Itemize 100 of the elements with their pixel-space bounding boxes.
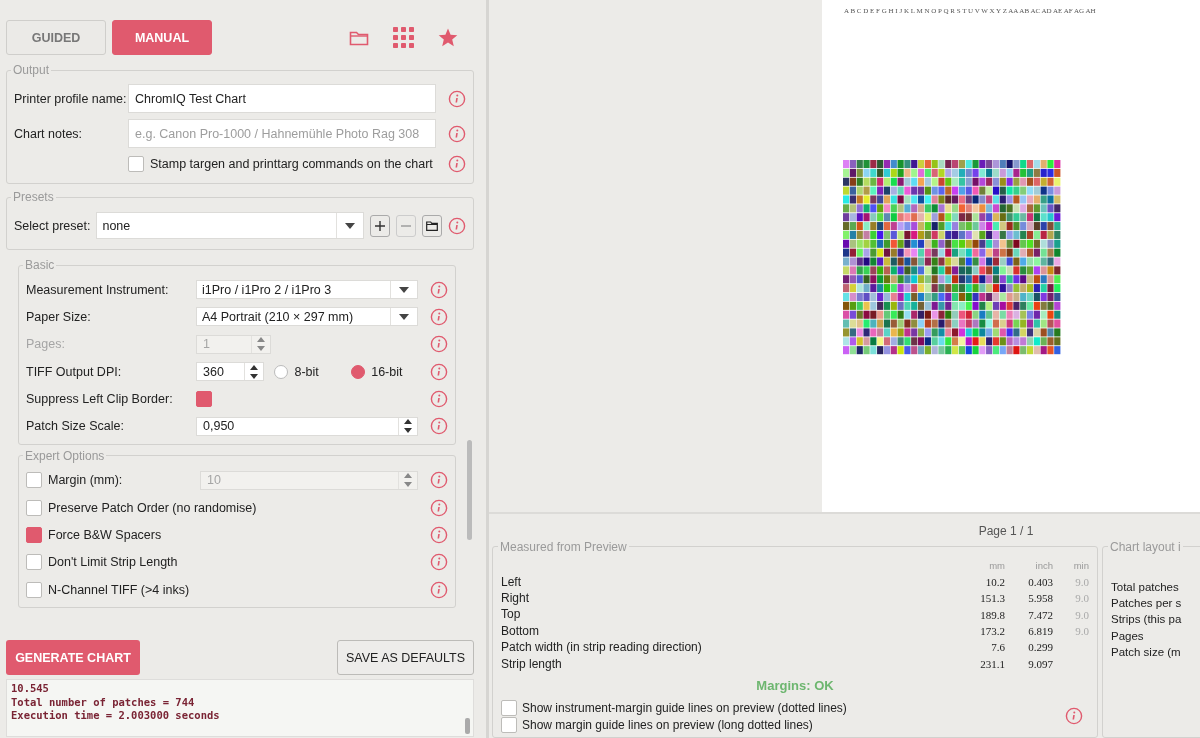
row-label: Strip length [501, 655, 563, 672]
field-label: Chart notes: [14, 126, 84, 141]
group-legend: Chart layout i [1108, 539, 1183, 554]
checkbox-label: Preserve Patch Order (no randomise) [48, 500, 257, 515]
table-cell-text: 10.2 [984, 575, 1005, 588]
field-label: Patch Size Scale: [26, 419, 125, 434]
field-label: Pages: [26, 337, 66, 352]
checkbox[interactable] [196, 390, 212, 407]
add-button[interactable] [370, 214, 390, 237]
info-icon[interactable] [430, 335, 448, 354]
table-cell-text: 6.819 [1027, 625, 1053, 637]
table-cell-text: 189.8 [979, 608, 1005, 621]
table-cell-text: 5.958 [1027, 592, 1053, 605]
row-label: Left [501, 573, 522, 590]
text-field[interactable]: ChromIQ Test Chart [128, 84, 436, 113]
field-label: Suppress Left Clip Border: [26, 391, 174, 406]
group-legend: Expert Options [23, 448, 107, 463]
info-icon[interactable] [448, 124, 466, 143]
info-icon[interactable] [430, 580, 448, 599]
scrollbar-thumb[interactable] [467, 440, 472, 540]
field-label: TIFF Output DPI: [26, 364, 123, 379]
row-label: Patches per s [1111, 595, 1183, 611]
caret-icon [399, 313, 409, 320]
radio-label: 16-bit [371, 364, 403, 379]
group-legend: Output [11, 63, 52, 77]
row-label: Total patches [1111, 579, 1180, 595]
star-icon[interactable] [438, 28, 458, 47]
number-field[interactable]: 360 [196, 362, 265, 382]
table-cell-text: 9.0 [1074, 592, 1089, 605]
checkbox[interactable] [26, 554, 42, 571]
mode-tab[interactable]: MANUAL [112, 20, 212, 55]
table-cell-text: 9.097 [1027, 657, 1053, 670]
table-cell-text: 0.299 [1027, 641, 1053, 654]
field-label: Measurement Instrument: [26, 282, 170, 297]
grid-icon[interactable] [393, 27, 414, 48]
folder-icon[interactable] [349, 29, 369, 46]
mode-tab[interactable]: GUIDED [6, 20, 106, 55]
table-cell-text: 173.2 [979, 625, 1005, 637]
info-icon[interactable] [448, 89, 466, 108]
checkbox[interactable] [26, 499, 42, 516]
info-icon[interactable] [430, 526, 448, 544]
row-label: Patch size (m [1111, 645, 1182, 661]
row-label: Pages [1111, 628, 1145, 644]
checkbox-label: Margin (mm): [48, 473, 124, 488]
number-field[interactable]: 0,950 [196, 416, 418, 436]
save-defaults-button[interactable]: SAVE AS DEFAULTS [337, 640, 474, 675]
preset-dropdown[interactable]: none [96, 212, 364, 239]
text-field[interactable]: e.g. Canon Pro-1000 / Hahnemühle Photo Rag 308 [128, 119, 436, 148]
open-button[interactable] [422, 214, 442, 237]
info-icon[interactable] [430, 498, 448, 517]
info-icon[interactable] [430, 389, 448, 408]
checkbox[interactable] [501, 699, 517, 716]
row-label: Strips (this pa [1111, 612, 1183, 628]
table-cell-text: 9.0 [1074, 575, 1089, 588]
checkbox[interactable] [501, 716, 517, 733]
page-indicator: Page 1 / 1 [977, 523, 1035, 540]
checkbox-label: Don't Limit Strip Length [48, 555, 178, 570]
info-icon[interactable] [430, 307, 448, 326]
column-header: min [1072, 559, 1089, 573]
checkbox-label: Show margin guide lines on preview (long dotted lines) [522, 717, 813, 732]
row-label: Bottom [501, 622, 540, 640]
generate-chart-button[interactable]: GENERATE CHART [6, 640, 140, 675]
info-icon[interactable] [1065, 707, 1083, 725]
checkbox[interactable] [26, 581, 42, 598]
margins-status: Margins: OK [755, 678, 835, 693]
checkbox-label: Show instrument-margin guide lines on preview (dotted lines) [522, 700, 847, 715]
checkbox-label: N-Channel TIFF (>4 inks) [48, 582, 190, 597]
dropdown[interactable]: i1Pro / i1Pro 2 / i1Pro 3 [196, 280, 418, 300]
column-header: inch [1034, 559, 1053, 573]
group-legend: Measured from Preview [498, 539, 629, 554]
field-label: Select preset: [14, 218, 91, 233]
row-label: Top [501, 606, 522, 623]
table-cell-text: 231.1 [979, 657, 1005, 670]
info-icon[interactable] [430, 553, 448, 572]
radio-button[interactable] [351, 364, 366, 379]
info-icon[interactable] [448, 155, 466, 173]
checkbox-label: Stamp targen and printtarg commands on the chart [150, 157, 434, 171]
dropdown[interactable]: A4 Portrait (210 × 297 mm) [196, 307, 418, 327]
caret-icon [345, 222, 355, 229]
checkbox-label: Force B&W Spacers [48, 528, 162, 542]
info-icon[interactable] [430, 417, 448, 436]
table-cell-text: 151.3 [979, 592, 1005, 605]
checkbox[interactable] [128, 156, 144, 172]
table-cell-text: 9.0 [1074, 625, 1089, 637]
log-line: Total number of patches = 744 [11, 695, 196, 709]
info-icon[interactable] [430, 362, 448, 381]
row-label: Right [501, 589, 530, 607]
radio-button[interactable] [274, 364, 289, 379]
info-icon[interactable] [448, 216, 466, 235]
folder-icon [426, 220, 438, 231]
table-cell-text: 7.472 [1027, 608, 1053, 621]
info-icon[interactable] [430, 280, 448, 299]
row-label: Patch width (in strip reading direction) [501, 639, 703, 656]
remove-button[interactable] [396, 214, 416, 237]
info-icon[interactable] [430, 471, 448, 490]
table-cell-text: 7.6 [990, 641, 1005, 654]
scrollbar-thumb[interactable] [465, 718, 470, 734]
checkbox[interactable] [26, 472, 42, 489]
checkbox[interactable] [26, 527, 42, 543]
group-legend: Basic [23, 258, 57, 272]
